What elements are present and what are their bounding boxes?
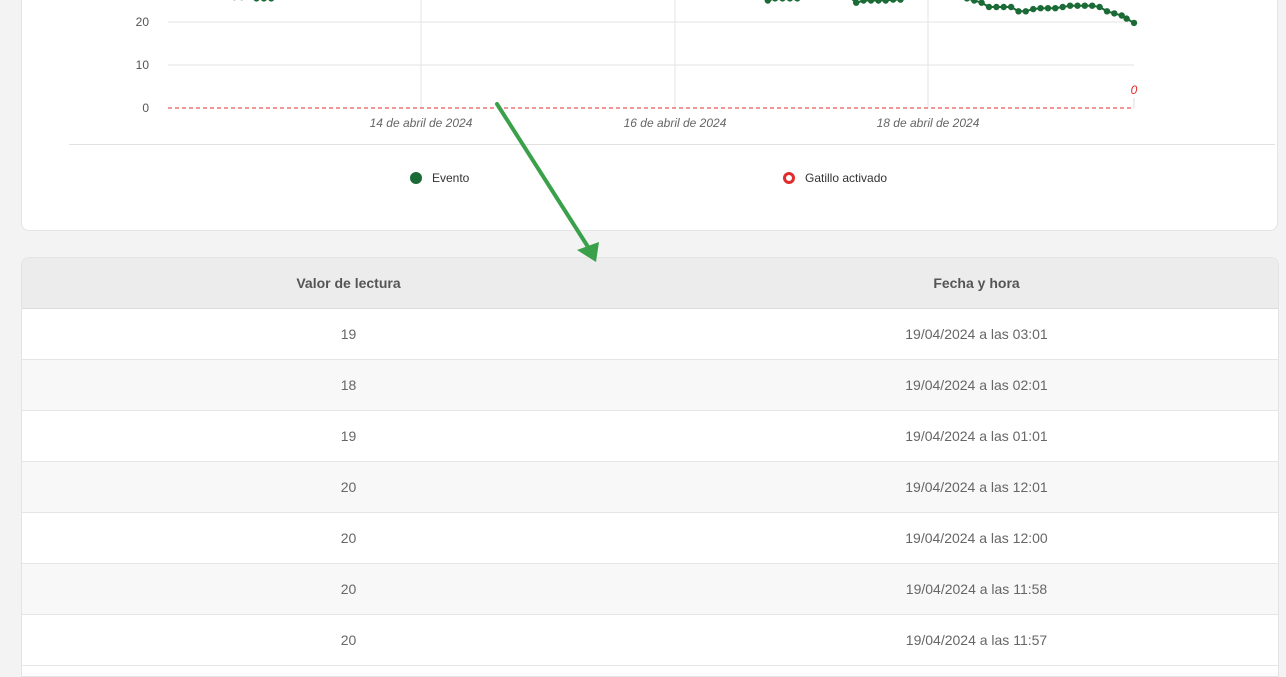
chart-card: 0 10 20 14 de abril de 2024 16 de abril de 2… [21,0,1278,231]
data-point [1001,4,1007,10]
table-row: 2019/04/2024 a las 12:00 [22,513,1278,564]
data-point [779,0,785,2]
header-reading-value[interactable]: Valor de lectura [22,258,675,308]
data-point [971,0,977,4]
cell-datetime: 19/04/2024 a las 02:01 [675,360,1278,410]
data-point [897,0,903,3]
data-point [1104,8,1110,14]
data-point [1082,3,1088,9]
data-point [1123,15,1129,21]
data-point [253,0,259,2]
data-point [986,4,992,10]
data-point [868,0,874,4]
data-point [794,0,800,2]
data-point [1030,6,1036,12]
legend-item-event[interactable]: Evento [410,171,469,185]
data-point [875,0,881,4]
table-header: Valor de lectura Fecha y hora [22,258,1278,309]
cell-datetime: 19/04/2024 a las 12:00 [675,513,1278,563]
data-point [1111,10,1117,16]
readings-table: Valor de lectura Fecha y hora 1919/04/20… [21,257,1279,677]
data-point [860,0,866,4]
legend-item-trigger[interactable]: Gatillo activado [783,171,887,185]
data-point [1074,3,1080,9]
table-row: 1819/04/2024 a las 02:01 [22,360,1278,411]
data-point [964,0,970,2]
cell-reading-value: 19 [22,309,675,359]
data-point [890,0,896,3]
threshold-label: 0 [1131,83,1138,97]
x-tick-label: 14 de abril de 2024 [370,116,473,130]
event-dot-icon [410,172,422,184]
data-point [1015,8,1021,14]
legend-divider [69,144,1275,145]
data-point [765,0,771,4]
data-point [261,0,267,2]
cell-datetime: 19/04/2024 a las 01:01 [675,411,1278,461]
cell-reading-value: 20 [22,462,675,512]
data-point [1052,5,1058,11]
y-tick-label: 10 [136,58,150,72]
cell-datetime: 19/04/2024 a las 11:57 [675,615,1278,665]
data-point [1096,4,1102,10]
cell-reading-value: 20 [22,564,675,614]
x-tick-label: 16 de abril de 2024 [624,116,727,130]
legend-event-label: Evento [432,171,469,185]
y-tick-label: 20 [136,15,150,29]
table-row: 2019/04/2024 a las 11:58 [22,564,1278,615]
cell-reading-value: 19 [22,411,675,461]
trigger-ring-icon [783,172,795,184]
cell-datetime: 19/04/2024 a las 03:01 [675,309,1278,359]
data-point [772,0,778,2]
data-point [883,0,889,4]
data-point [1089,3,1095,9]
readings-chart: 0 10 20 14 de abril de 2024 16 de abril de 2… [22,0,1279,232]
cell-datetime: 19/04/2024 a las 11:58 [675,564,1278,614]
cell-datetime: 19/04/2024 a las 12:01 [675,462,1278,512]
data-point [1045,5,1051,11]
table-body: 1919/04/2024 a las 03:011819/04/2024 a l… [22,309,1278,666]
data-point [1060,4,1066,10]
data-point [993,4,999,10]
data-point [853,0,859,6]
y-tick-label: 0 [142,101,149,115]
x-tick-label: 18 de abril de 2024 [877,116,980,130]
table-row: 2019/04/2024 a las 12:01 [22,462,1278,513]
cell-reading-value: 18 [22,360,675,410]
data-point [787,0,793,2]
cell-reading-value: 20 [22,513,675,563]
cell-reading-value: 20 [22,615,675,665]
header-datetime[interactable]: Fecha y hora [675,258,1278,308]
table-row: 2019/04/2024 a las 11:57 [22,615,1278,666]
table-row: 1919/04/2024 a las 01:01 [22,411,1278,462]
data-point [1008,4,1014,10]
data-point [1067,3,1073,9]
data-point [1023,8,1029,14]
data-point [1131,20,1137,26]
data-point [268,0,274,2]
legend-trigger-label: Gatillo activado [805,171,887,185]
table-row: 1919/04/2024 a las 03:01 [22,309,1278,360]
data-point [1037,5,1043,11]
